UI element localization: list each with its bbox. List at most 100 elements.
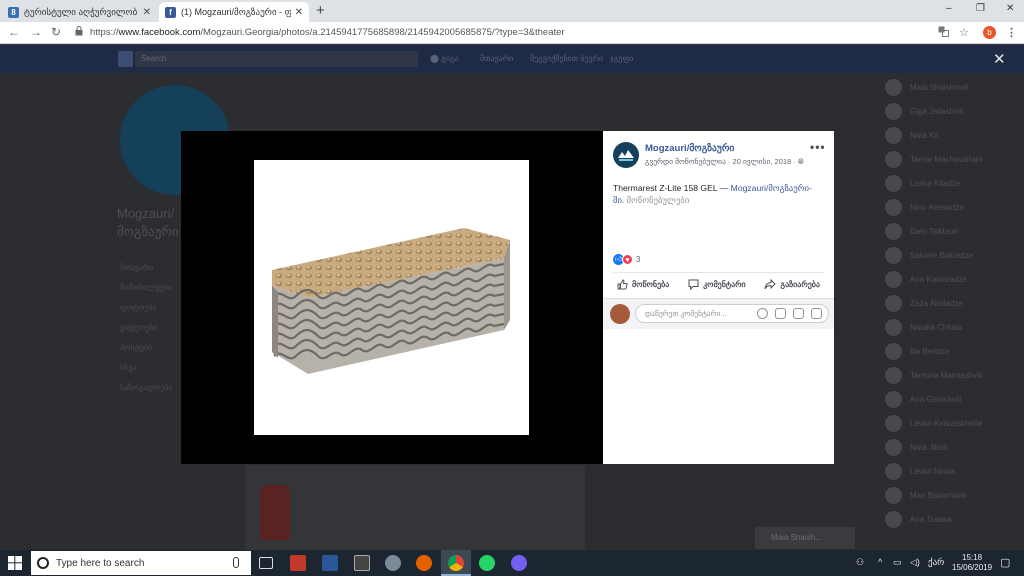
chat-contact[interactable]: Tamar Machavariani [885,147,1024,171]
side-menu-item[interactable]: საზოგადოება [120,383,172,403]
calculator-icon[interactable] [354,555,370,571]
emoji-icon[interactable] [757,308,768,319]
tab-close-icon[interactable]: ✕ [295,7,303,18]
viber-icon[interactable] [511,555,527,571]
avatar [885,174,902,192]
back-icon[interactable]: ← [8,25,20,39]
chat-contact[interactable]: Mari Bairamova [885,483,1024,507]
reaction-count: 3 [636,255,641,264]
chat-contact[interactable]: Nata Kit [885,123,1024,147]
chat-contact[interactable]: Nata Jibuti [885,435,1024,459]
camera-icon[interactable] [775,308,786,319]
comment-label: კომენტარი [703,280,746,289]
chat-contact[interactable]: Maia Shaishmeli [885,75,1024,99]
whatsapp-icon[interactable] [479,555,495,571]
comment-icon [688,279,699,290]
firefox-icon[interactable] [416,555,432,571]
mountain-logo-icon [618,150,634,161]
url-scheme: https:// [90,27,119,38]
microphone-icon[interactable] [233,557,239,568]
chat-contact[interactable]: Nino Abesadze [885,195,1024,219]
app-icon[interactable] [385,555,401,571]
profile-avatar[interactable]: b [983,26,996,39]
chrome-icon[interactable] [448,555,464,571]
new-tab-button[interactable]: + [316,2,325,19]
side-menu-item[interactable]: მიმოხილვები [120,283,172,303]
post-meta: გვერდი მოწონებულია · 20 ივლისი, 2018 · 🌐… [645,157,804,167]
close-theater-icon[interactable]: ✕ [993,50,1006,68]
notification-icon[interactable]: ▢ [1000,556,1010,569]
avatar [885,246,902,264]
chat-contact[interactable]: Dato Tsiklauri [885,219,1024,243]
chat-contact[interactable]: Levan Kvaratskhelia [885,411,1024,435]
chat-contact[interactable]: Salome Bakradze [885,243,1024,267]
chat-contact[interactable]: Giga Jaliashvili [885,99,1024,123]
side-menu-item[interactable]: პოსტები [120,343,172,363]
gif-icon[interactable] [793,308,804,319]
chat-contact[interactable]: Ana Tsaava [885,507,1024,531]
close-window-icon[interactable]: ✕ [1006,3,1014,14]
share-button[interactable]: გაზიარება [760,277,824,292]
sticker-icon[interactable] [811,308,822,319]
facebook-search-input[interactable]: Search [135,51,418,67]
lock-icon[interactable] [75,26,83,39]
network-icon[interactable]: ▭ [893,557,902,568]
tab-tourist-gear[interactable]: 8 ტურისტული აღჭურვილობ ✕ [2,2,157,22]
tab-close-icon[interactable]: ✕ [143,7,151,18]
url-field[interactable]: https://www.facebook.com/Mogzauri.Georgi… [90,27,565,38]
clock-time: 15:18 [962,553,983,562]
chat-contact[interactable]: Ana Gelashvili [885,387,1024,411]
avatar [885,366,902,384]
chat-contact[interactable]: Tamuna Mamiashvili [885,363,1024,387]
downloader-app-icon[interactable] [290,555,306,571]
fb-nav-item[interactable]: შეგვიქმენით ბევრი [530,54,603,63]
side-menu-item[interactable]: ვიდეოები [120,323,172,343]
page-avatar[interactable] [613,142,639,168]
like-button[interactable]: მოწონება [613,277,673,292]
tab-facebook[interactable]: f (1) Mogzauri/მოგზაური - ფო ✕ [159,2,309,22]
share-label: გაზიარება [780,280,820,289]
forward-icon[interactable]: → [30,25,42,39]
taskbar-clock[interactable]: 15:18 15/06/2019 [952,553,992,573]
post-text: Thermarest Z-Lite 158 GEL — Mogzauri/მოგ… [613,182,823,206]
fb-nav-item[interactable]: მთავარი [480,54,513,63]
reload-icon[interactable]: ↻ [51,25,61,39]
fb-nav-item[interactable]: ⬤ გიგა [430,54,459,63]
avatar [610,304,630,324]
comment-button[interactable]: კომენტარი [684,277,750,292]
chat-contact[interactable]: Zaza Abuladze [885,291,1024,315]
tray-up-icon[interactable]: ^ [878,557,882,567]
chat-contact[interactable]: Ilia Beridze [885,339,1024,363]
avatar [885,78,902,96]
reaction-summary[interactable]: 👍︎ ♥ 3 [613,254,640,265]
avatar [885,294,902,312]
volume-icon[interactable]: ◁) [910,557,920,568]
browser-menu-icon[interactable]: ⋮ [1006,26,1017,39]
chat-tab[interactable]: Maia Shaish... [755,527,855,549]
windows-start-icon[interactable] [8,556,22,570]
post-actions: მოწონება კომენტარი გაზიარება [613,277,824,292]
chat-contact[interactable]: Natalia Chitaia [885,315,1024,339]
language-indicator[interactable]: ქარ [928,557,944,568]
product-photo[interactable] [254,160,529,435]
side-menu-item[interactable]: მთავარი [120,263,172,283]
maximize-icon[interactable]: ❐ [976,3,985,14]
fb-nav-item[interactable]: ჯგუფი [610,54,633,63]
minimize-icon[interactable]: – [946,3,952,14]
chat-contact[interactable]: Levan Ninua [885,459,1024,483]
facebook-top-bar: Search ⬤ გიგა მთავარი შეგვიქმენით ბევრი … [0,45,1024,73]
chat-contact[interactable]: Lasha Kiladze [885,171,1024,195]
comment-input[interactable]: დაწერეთ კომენტარი... [635,304,829,323]
page-name-link[interactable]: Mogzauri/მოგზაური [645,143,734,154]
translate-icon[interactable] [938,26,949,40]
chat-contact-name: Ana Gelashvili [910,394,962,404]
post-options-icon[interactable]: ••• [810,140,826,154]
chat-contact[interactable]: Ana Kavtaradze [885,267,1024,291]
side-menu-item[interactable]: სხვა [120,363,172,383]
task-view-icon[interactable] [259,557,273,569]
side-menu-item[interactable]: ფოტოები [120,303,172,323]
people-icon[interactable]: ⚇ [856,557,864,568]
taskbar-search-input[interactable]: Type here to search [31,551,251,575]
bookmark-star-icon[interactable]: ☆ [959,26,969,39]
word-icon[interactable] [322,555,338,571]
